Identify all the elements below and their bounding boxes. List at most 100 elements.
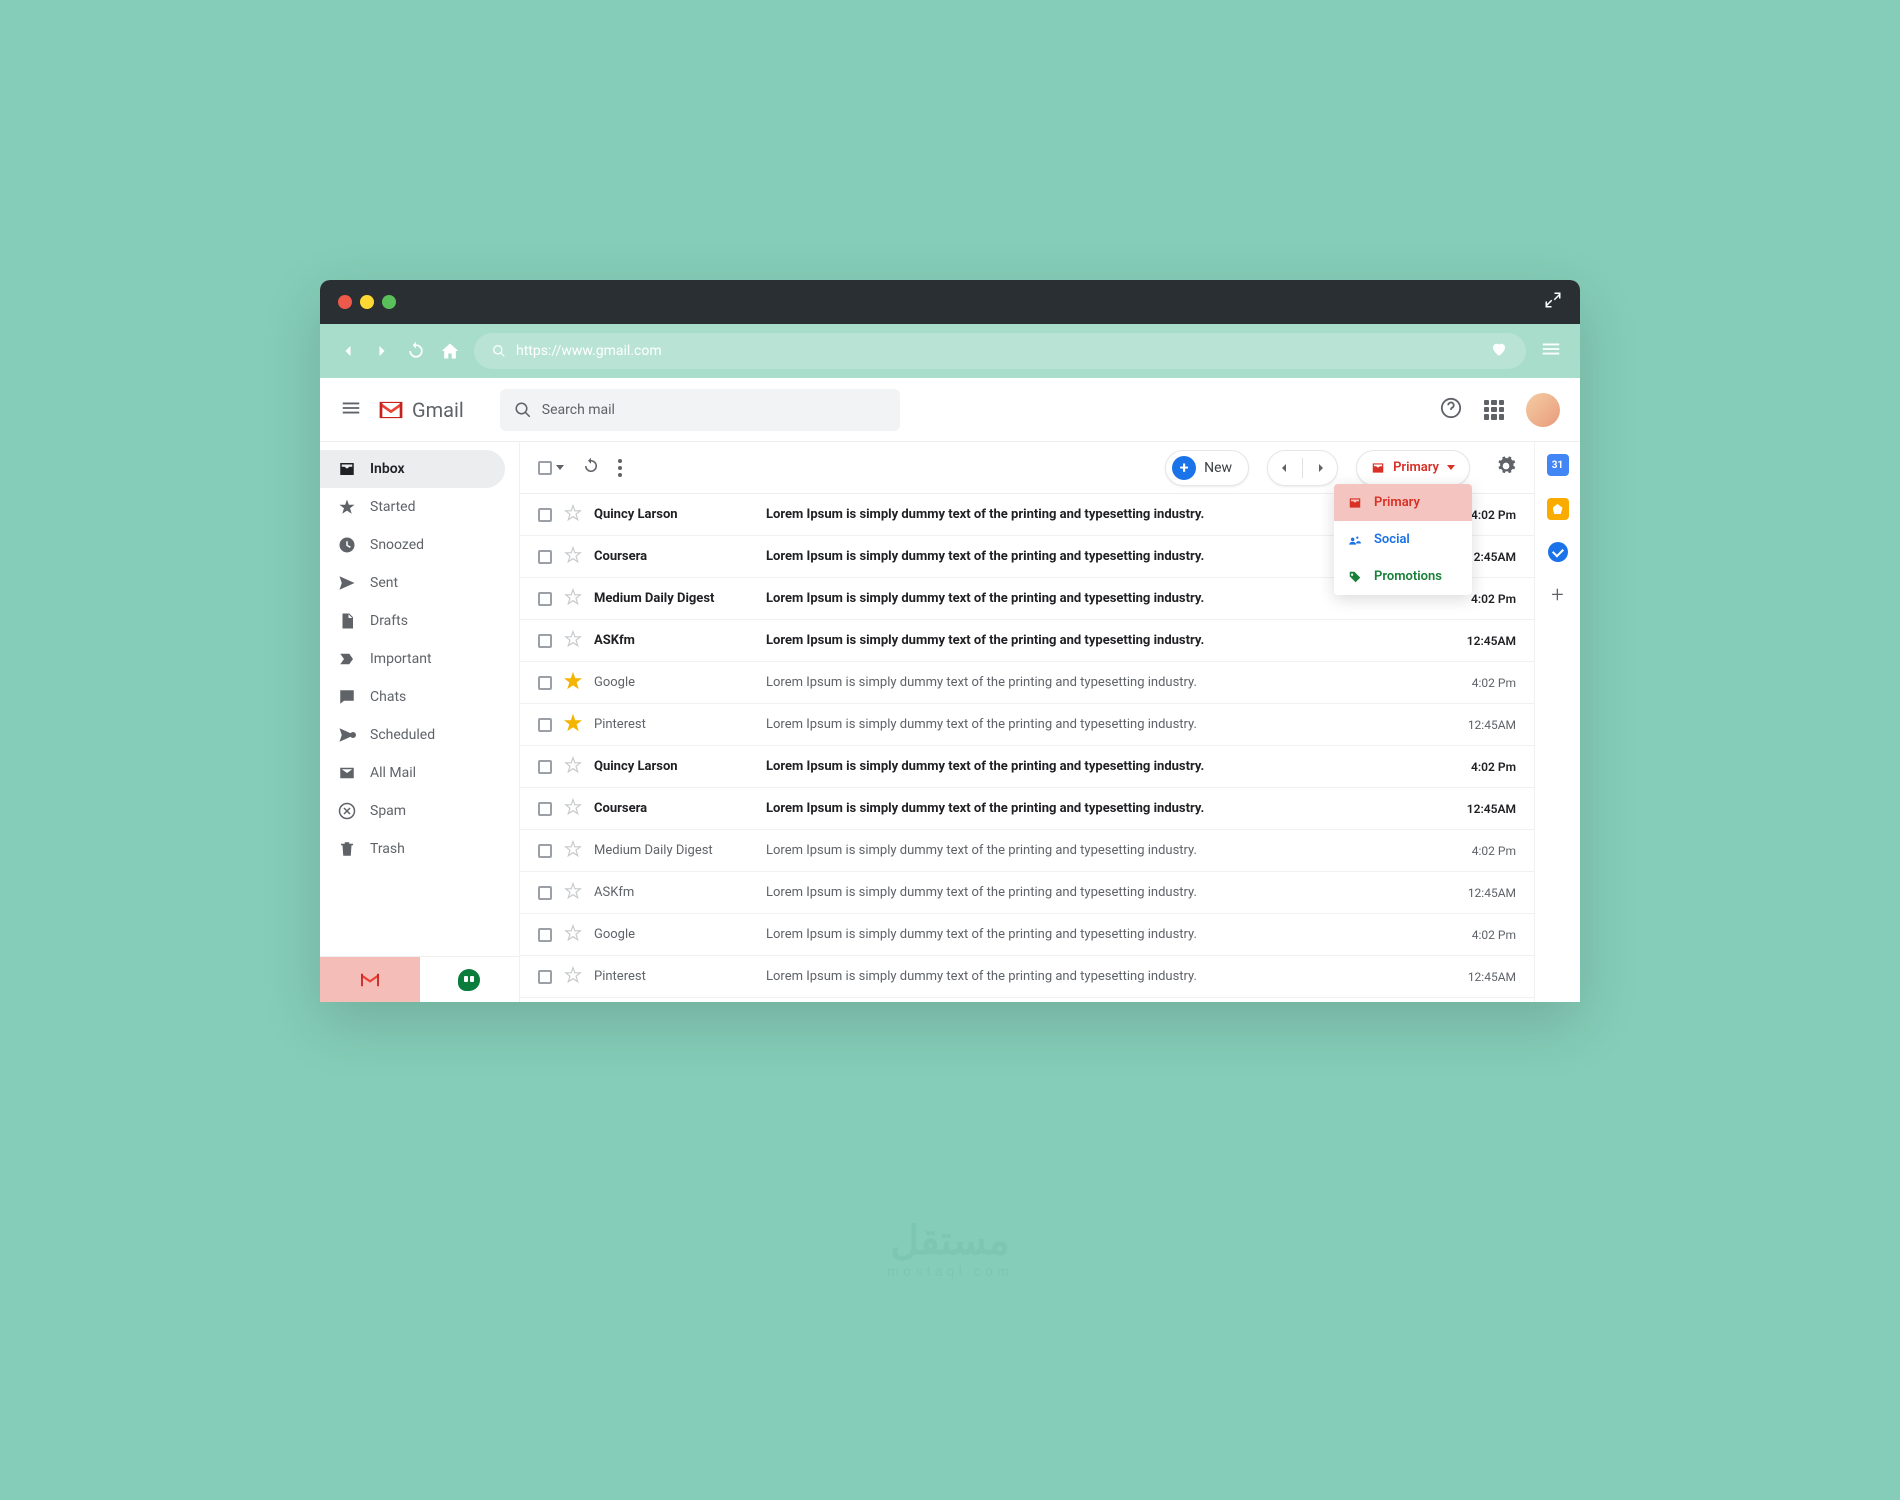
reload-icon[interactable]: [406, 341, 426, 361]
fullscreen-icon[interactable]: [1544, 291, 1562, 313]
row-checkbox[interactable]: [538, 550, 552, 564]
row-checkbox[interactable]: [538, 592, 552, 606]
sidebar-item-label: Scheduled: [370, 727, 435, 743]
star-icon[interactable]: [564, 756, 582, 778]
search-placeholder: Search mail: [542, 402, 615, 418]
dropdown-label: Primary: [1374, 495, 1420, 510]
sidebar-item-trash[interactable]: Trash: [320, 830, 519, 868]
mail-tab[interactable]: [320, 957, 420, 1002]
row-checkbox[interactable]: [538, 970, 552, 984]
row-checkbox[interactable]: [538, 508, 552, 522]
gmail-logo[interactable]: Gmail: [378, 398, 464, 422]
sidebar-item-label: Drafts: [370, 613, 408, 629]
row-checkbox[interactable]: [538, 886, 552, 900]
sidebar-item-scheduled[interactable]: Scheduled: [320, 716, 519, 754]
star-icon[interactable]: [564, 798, 582, 820]
hangouts-icon: [458, 969, 480, 991]
row-checkbox[interactable]: [538, 634, 552, 648]
star-icon[interactable]: [564, 546, 582, 568]
email-row[interactable]: GoogleLorem Ipsum is simply dummy text o…: [520, 914, 1534, 956]
star-icon[interactable]: [564, 504, 582, 526]
star-icon[interactable]: [564, 630, 582, 652]
email-sender: Quincy Larson: [594, 759, 754, 774]
star-icon[interactable]: [564, 840, 582, 862]
email-row[interactable]: ASKfmLorem Ipsum is simply dummy text of…: [520, 620, 1534, 662]
avatar[interactable]: [1526, 393, 1560, 427]
row-checkbox[interactable]: [538, 760, 552, 774]
maximize-button[interactable]: [382, 295, 396, 309]
email-sender: Google: [594, 675, 754, 690]
sidebar-item-snoozed[interactable]: Snoozed: [320, 526, 519, 564]
compose-button[interactable]: +New: [1165, 450, 1249, 486]
tasks-icon[interactable]: [1548, 542, 1568, 562]
sidebar-item-spam[interactable]: Spam: [320, 792, 519, 830]
email-time: 4:02 Pm: [1446, 676, 1516, 690]
keep-icon[interactable]: [1547, 498, 1569, 520]
close-button[interactable]: [338, 295, 352, 309]
star-icon[interactable]: [564, 966, 582, 988]
email-row[interactable]: Coursera Lorem Ipsum is simply dummy text…: [520, 788, 1534, 830]
hangouts-tab[interactable]: [420, 957, 520, 1002]
search-input[interactable]: Search mail: [500, 389, 900, 431]
email-row[interactable]: CourseraLorem Ipsum is simply dummy text…: [520, 998, 1534, 1002]
email-row[interactable]: GoogleLorem Ipsum is simply dummy text o…: [520, 662, 1534, 704]
sidebar-item-label: Started: [370, 499, 416, 515]
forward-icon[interactable]: [372, 341, 392, 361]
star-icon[interactable]: [564, 924, 582, 946]
row-checkbox[interactable]: [538, 802, 552, 816]
email-row[interactable]: PinterestLorem Ipsum is simply dummy tex…: [520, 956, 1534, 998]
email-time: 12:45AM: [1446, 718, 1516, 732]
select-all[interactable]: [538, 461, 564, 475]
email-row[interactable]: PinterestLorem Ipsum is simply dummy tex…: [520, 704, 1534, 746]
row-checkbox[interactable]: [538, 676, 552, 690]
pager: [1267, 450, 1338, 486]
sidebar-item-chats[interactable]: Chats: [320, 678, 519, 716]
star-icon[interactable]: [564, 672, 582, 694]
email-sender: Google: [594, 927, 754, 942]
star-icon[interactable]: [564, 714, 582, 736]
menu-icon[interactable]: [340, 397, 362, 423]
email-time: 4:02 Pm: [1446, 760, 1516, 774]
category-social[interactable]: Social: [1334, 521, 1472, 558]
help-icon[interactable]: [1440, 397, 1462, 423]
next-icon[interactable]: [1313, 460, 1329, 476]
category-dropdown[interactable]: Primary: [1356, 450, 1470, 486]
email-row[interactable]: Medium Daily DigestLorem Ipsum is simply…: [520, 830, 1534, 872]
row-checkbox[interactable]: [538, 928, 552, 942]
sidebar-item-label: Snoozed: [370, 537, 424, 553]
email-sender: Coursera: [594, 801, 754, 816]
row-checkbox[interactable]: [538, 718, 552, 732]
apps-icon[interactable]: [1484, 400, 1504, 420]
back-icon[interactable]: [338, 341, 358, 361]
sidebar-item-inbox[interactable]: Inbox: [320, 450, 505, 488]
home-icon[interactable]: [440, 341, 460, 361]
add-addon-icon[interactable]: +: [1547, 584, 1569, 606]
email-row[interactable]: Quincy LarsonLorem Ipsum is simply dummy…: [520, 746, 1534, 788]
more-icon[interactable]: [618, 459, 622, 477]
email-subject: Lorem Ipsum is simply dummy text of the …: [766, 801, 1434, 816]
settings-icon[interactable]: [1488, 456, 1516, 480]
bookmark-icon[interactable]: [1490, 340, 1508, 362]
sidebar-item-started[interactable]: Started: [320, 488, 519, 526]
category-promotions[interactable]: Promotions: [1334, 558, 1472, 595]
category-primary[interactable]: Primary: [1334, 484, 1472, 521]
email-row[interactable]: ASKfmLorem Ipsum is simply dummy text of…: [520, 872, 1534, 914]
star-icon[interactable]: [564, 588, 582, 610]
sidebar-item-important[interactable]: Important: [320, 640, 519, 678]
dropdown-label: Promotions: [1374, 569, 1442, 584]
content: +New Primary Primary Social Promotions: [520, 442, 1534, 1002]
email-subject: Lorem Ipsum is simply dummy text of the …: [766, 717, 1434, 732]
calendar-icon[interactable]: 31: [1547, 454, 1569, 476]
browser-menu-icon[interactable]: [1540, 338, 1562, 364]
star-icon[interactable]: [564, 882, 582, 904]
row-checkbox[interactable]: [538, 844, 552, 858]
refresh-icon[interactable]: [582, 457, 600, 479]
sidebar-item-sent[interactable]: Sent: [320, 564, 519, 602]
app-window: https://www.gmail.com Gmail Search mail …: [320, 280, 1580, 1002]
prev-icon[interactable]: [1276, 460, 1292, 476]
sidebar-item-drafts[interactable]: Drafts: [320, 602, 519, 640]
sidebar-item-allmail[interactable]: All Mail: [320, 754, 519, 792]
watermark-text: مستقل: [890, 1217, 1010, 1264]
address-bar[interactable]: https://www.gmail.com: [474, 333, 1526, 369]
minimize-button[interactable]: [360, 295, 374, 309]
